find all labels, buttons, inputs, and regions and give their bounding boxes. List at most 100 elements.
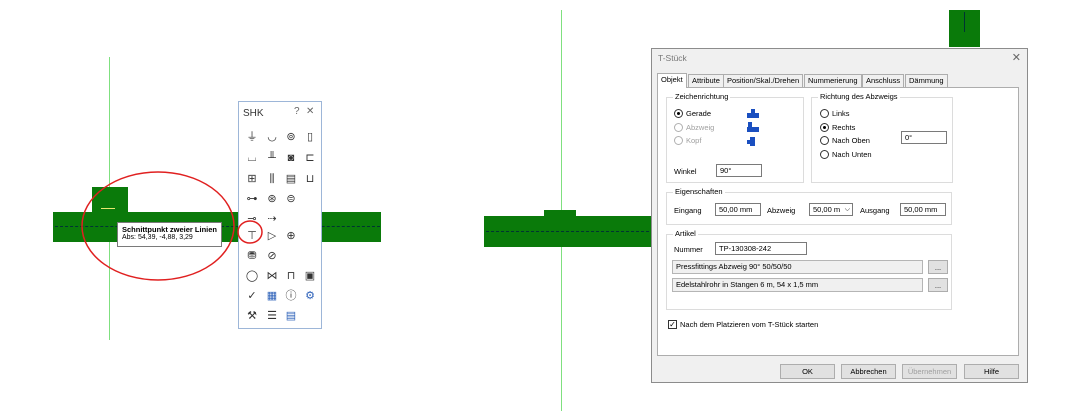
label-abzweig-size: Abzweig — [767, 206, 796, 215]
sink-icon[interactable]: ⏚ — [245, 130, 259, 144]
t-piece-dialog: T-Stück ✕ Objekt Attribute Position/Skal… — [651, 48, 1028, 383]
pipe-main-right — [320, 212, 381, 242]
meter-icon[interactable]: ⊜ — [284, 192, 298, 206]
chevron-down-icon: ⌵ — [844, 206, 850, 213]
label-kopf: Kopf — [686, 136, 702, 145]
label-nummer: Nummer — [674, 245, 703, 254]
group-richtung: Richtung des Abzweigs Links Rechts Nach … — [811, 92, 953, 183]
label-rechts: Rechts — [832, 123, 856, 132]
tab-attribute[interactable]: Attribute — [688, 74, 724, 87]
group-label-artikel: Artikel — [673, 229, 698, 238]
apply-button[interactable]: Übernehmen — [902, 364, 957, 379]
cancel-button[interactable]: Abbrechen — [841, 364, 896, 379]
direction-branch-icon — [747, 122, 759, 132]
direction-head-icon — [747, 137, 755, 146]
eingang-input[interactable]: 50,00 mm — [715, 203, 761, 216]
help-button[interactable]: Hilfe — [964, 364, 1019, 379]
radio-abzweig[interactable] — [674, 123, 683, 132]
dialog-title: T-Stück — [658, 53, 687, 63]
valve-icon[interactable]: ⊶ — [245, 192, 259, 206]
tools-icon[interactable]: ⚒ — [245, 309, 259, 323]
nummer-input[interactable]: TP-130308-242 — [715, 242, 807, 255]
gauge-icon[interactable]: ⊘ — [265, 249, 279, 263]
info-icon[interactable]: ⓘ — [284, 289, 298, 303]
group-label-eigenschaften: Eigenschaften — [673, 187, 725, 196]
tab-anschluss[interactable]: Anschluss — [862, 74, 905, 87]
close-icon[interactable]: ✕ — [306, 106, 314, 117]
document-icon[interactable]: ▤ — [284, 309, 298, 323]
layers-icon[interactable]: ▦ — [265, 289, 279, 303]
radio-nach-unten[interactable] — [820, 150, 829, 159]
radio-links[interactable] — [820, 109, 829, 118]
winkel-input[interactable]: 90° — [716, 164, 762, 177]
article-line-2: Edelstahlrohr in Stangen 6 m, 54 x 1,5 m… — [672, 278, 923, 292]
tooltip-title: Schnittpunkt zweier Linien — [122, 225, 218, 234]
butterfly-valve-icon[interactable]: ⋈ — [265, 269, 279, 283]
label-nach-oben: Nach Oben — [832, 136, 870, 145]
washer-icon[interactable]: ◙ — [284, 151, 298, 165]
group-zeichenrichtung: Zeichenrichtung Gerade Abzweig Kopf Wink… — [666, 92, 804, 183]
filter-icon[interactable]: ⛃ — [245, 249, 259, 263]
label-winkel: Winkel — [674, 167, 697, 176]
browse-button-2[interactable]: ... — [928, 278, 948, 292]
tab-objekt[interactable]: Objekt — [657, 73, 687, 88]
reducer-icon[interactable]: ▷ — [265, 229, 279, 243]
radio-nach-oben[interactable] — [820, 136, 829, 145]
group-label: Zeichenrichtung — [673, 92, 731, 101]
kettle-icon[interactable]: ⊏ — [303, 151, 317, 165]
cistern-icon[interactable]: ▯ — [303, 130, 317, 144]
toilet-icon[interactable]: ⊚ — [284, 130, 298, 144]
group-label-richtung: Richtung des Abzweigs — [818, 92, 900, 101]
branch-angle-input[interactable]: 0° — [901, 131, 947, 144]
label-eingang: Eingang — [674, 206, 702, 215]
bend-icon[interactable]: ◯ — [245, 269, 259, 283]
dialog-close-icon[interactable]: ✕ — [1012, 51, 1021, 64]
label-ausgang: Ausgang — [860, 206, 890, 215]
radio-rechts[interactable] — [820, 123, 829, 132]
check-icon[interactable]: ✓ — [245, 289, 259, 303]
radiator-icon[interactable]: ⫼ — [265, 172, 279, 186]
label-nach-unten: Nach Unten — [832, 150, 872, 159]
direction-straight-icon — [747, 109, 759, 118]
article-line-1: Pressfittings Abzweig 90° 50/50/50 — [672, 260, 923, 274]
help-icon[interactable]: ? — [294, 106, 300, 117]
tank-icon[interactable]: ⊔ — [303, 172, 317, 186]
label-abzweig: Abzweig — [686, 123, 715, 132]
flange-icon[interactable]: ⊕ — [284, 229, 298, 243]
heater-icon[interactable]: ▤ — [284, 172, 298, 186]
abzweig-select-value: 50,00 m — [813, 205, 841, 214]
pipe-branch-right-canvas — [544, 210, 576, 218]
list-icon[interactable]: ☰ — [265, 309, 279, 323]
pipe-vertical-centerline — [964, 12, 965, 32]
browse-button-1[interactable]: ... — [928, 260, 948, 274]
tool-highlight-circle — [237, 220, 263, 244]
start-after-place-label: Nach dem Platzieren vom T-Stück starten — [680, 320, 819, 329]
tab-position[interactable]: Position/Skal./Drehen — [723, 74, 804, 87]
settings-doc-icon[interactable]: ⚙ — [303, 289, 317, 303]
label-gerade: Gerade — [686, 109, 712, 118]
panel-icon[interactable]: ▣ — [303, 269, 317, 283]
group-eigenschaften: Eigenschaften Eingang 50,00 mm Abzweig 5… — [666, 187, 952, 225]
radio-gerade[interactable] — [674, 109, 683, 118]
tooltip-coords: Abs: 54,39, -4,88, 3,29 — [122, 234, 193, 241]
ok-button[interactable]: OK — [780, 364, 835, 379]
tab-page-objekt: Zeichenrichtung Gerade Abzweig Kopf Wink… — [657, 87, 1019, 356]
pipe-arrow-icon[interactable]: ⇢ — [265, 212, 279, 226]
bathtub-icon[interactable]: ⌴ — [245, 151, 259, 165]
group-artikel: Artikel Nummer TP-130308-242 Pressfittin… — [666, 229, 952, 310]
tab-nummerierung[interactable]: Nummerierung — [804, 74, 862, 87]
washbasin-icon[interactable]: ◡ — [265, 130, 279, 144]
sleeve-icon[interactable]: ⊓ — [284, 269, 298, 283]
toolbar-title: SHK — [243, 108, 264, 119]
ausgang-input[interactable]: 50,00 mm — [900, 203, 946, 216]
pipe-centerline-right — [486, 231, 649, 232]
start-after-place-checkbox[interactable]: ✓ — [668, 320, 677, 329]
radio-kopf[interactable] — [674, 136, 683, 145]
tab-daemmung[interactable]: Dämmung — [905, 74, 948, 87]
shk-toolbar: SHK ? ✕ ⏚ ◡ ⊚ ▯ ⌴ ╨ ◙ ⊏ ⊞ ⫼ ▤ ⊔ ⊶ ⊛ ⊜ ⊸ … — [238, 101, 322, 329]
boiler-icon[interactable]: ⊞ — [245, 172, 259, 186]
abzweig-select[interactable]: 50,00 m ⌵ — [809, 203, 853, 216]
shower-icon[interactable]: ╨ — [265, 151, 279, 165]
pump-icon[interactable]: ⊛ — [265, 192, 279, 206]
label-links: Links — [832, 109, 850, 118]
